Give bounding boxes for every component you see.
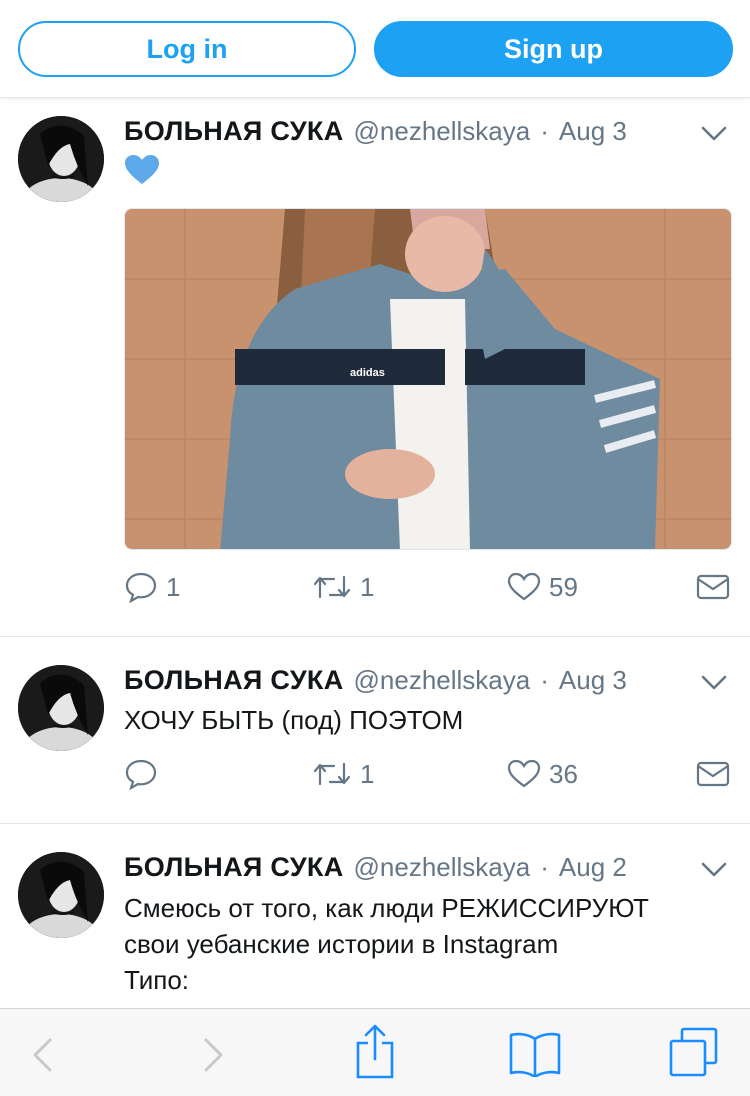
reply-icon [125,759,157,790]
avatar[interactable] [18,852,104,938]
avatar[interactable] [18,116,104,202]
back-icon[interactable] [30,1037,56,1073]
author-name[interactable]: БОЛЬНАЯ СУКА [124,116,344,147]
share-icon[interactable] [354,1023,396,1079]
chevron-down-icon[interactable] [700,860,728,880]
brand-logo: adidas [350,367,385,379]
tweet-text: ХОЧУ БЫТЬ (под) ПОЭТОМ [124,705,464,735]
tweet-header: БОЛЬНАЯ СУКА @nezhellskaya · Aug 3 [124,665,627,699]
tweet-actions: 1 36 [124,756,734,792]
tweet-text-line: Типо: [124,965,190,995]
dm-action[interactable] [696,756,730,792]
signup-button[interactable]: Sign up [374,21,733,77]
author-handle[interactable]: @nezhellskaya [354,116,531,147]
tabs-icon[interactable] [668,1027,720,1079]
retweet-count: 1 [360,571,375,602]
tweet-feed[interactable]: БОЛЬНАЯ СУКА @nezhellskaya · Aug 3 adida… [0,98,750,1008]
reply-icon [125,572,157,603]
tweet-date[interactable]: Aug 2 [559,852,627,883]
separator-dot: · [540,852,549,882]
author-name[interactable]: БОЛЬНАЯ СУКА [124,665,344,696]
tweet[interactable]: БОЛЬНАЯ СУКА @nezhellskaya · Aug 2 Смеюс… [0,824,750,1008]
bookmarks-icon[interactable] [508,1031,562,1077]
blue-heart-icon [124,154,160,186]
tweet[interactable]: БОЛЬНАЯ СУКА @nezhellskaya · Aug 3 ХОЧУ … [0,637,750,824]
dm-icon [696,761,730,787]
forward-icon[interactable] [200,1037,226,1073]
tweet-date[interactable]: Aug 3 [559,665,627,696]
avatar[interactable] [18,665,104,751]
reply-action[interactable] [124,756,166,792]
retweet-action[interactable]: 1 [312,569,374,605]
dm-action[interactable] [696,569,730,605]
retweet-count: 1 [360,758,375,789]
tweet-header: БОЛЬНАЯ СУКА @nezhellskaya · Aug 2 [124,852,627,886]
tweet[interactable]: БОЛЬНАЯ СУКА @nezhellskaya · Aug 3 adida… [0,98,750,637]
like-icon [507,572,541,601]
login-button[interactable]: Log in [18,21,356,77]
like-count: 36 [549,758,578,789]
author-name[interactable]: БОЛЬНАЯ СУКА [124,852,344,883]
reply-action[interactable]: 1 [124,569,180,605]
tweet-actions: 1 1 59 [124,569,734,605]
tweet-text: Смеюсь от того, как люди РЕЖИССИРУЮТ сво… [124,890,724,998]
like-count: 59 [549,571,578,602]
top-bar: Log in Sign up [0,0,750,98]
tweet-header: БОЛЬНАЯ СУКА @nezhellskaya · Aug 3 [124,116,627,150]
tweet-photo[interactable]: adidas [124,208,732,550]
like-icon [507,759,541,788]
separator-dot: · [540,116,549,146]
chevron-down-icon[interactable] [700,124,728,144]
retweet-action[interactable]: 1 [312,756,374,792]
author-handle[interactable]: @nezhellskaya [354,665,531,696]
like-action[interactable]: 59 [507,569,578,605]
like-action[interactable]: 36 [507,756,578,792]
dm-icon [696,574,730,600]
tweet-date[interactable]: Aug 3 [559,116,627,147]
author-handle[interactable]: @nezhellskaya [354,852,531,883]
browser-toolbar [0,1008,750,1096]
chevron-down-icon[interactable] [700,673,728,693]
tweet-text-line: свои уебанские истории в Instagram [124,929,559,959]
reply-count: 1 [166,571,181,602]
retweet-icon [313,575,351,599]
separator-dot: · [540,665,549,695]
tweet-text-line: Смеюсь от того, как люди РЕЖИССИРУЮТ [124,893,649,923]
retweet-icon [313,762,351,786]
